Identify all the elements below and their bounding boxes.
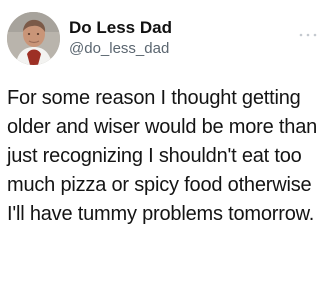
tweet-card: Do Less Dad @do_less_dad For some reason… <box>0 0 330 290</box>
tweet-text: For some reason I thought getting older … <box>7 87 318 225</box>
more-horizontal-icon[interactable] <box>298 26 318 37</box>
avatar[interactable] <box>7 12 60 65</box>
author-identity: Do Less Dad @do_less_dad <box>69 17 172 58</box>
display-name[interactable]: Do Less Dad <box>69 17 172 38</box>
avatar-image <box>7 12 60 65</box>
more-dots-graphic <box>299 33 317 37</box>
handle[interactable]: @do_less_dad <box>69 39 172 58</box>
tweet-header: Do Less Dad @do_less_dad <box>7 12 322 66</box>
